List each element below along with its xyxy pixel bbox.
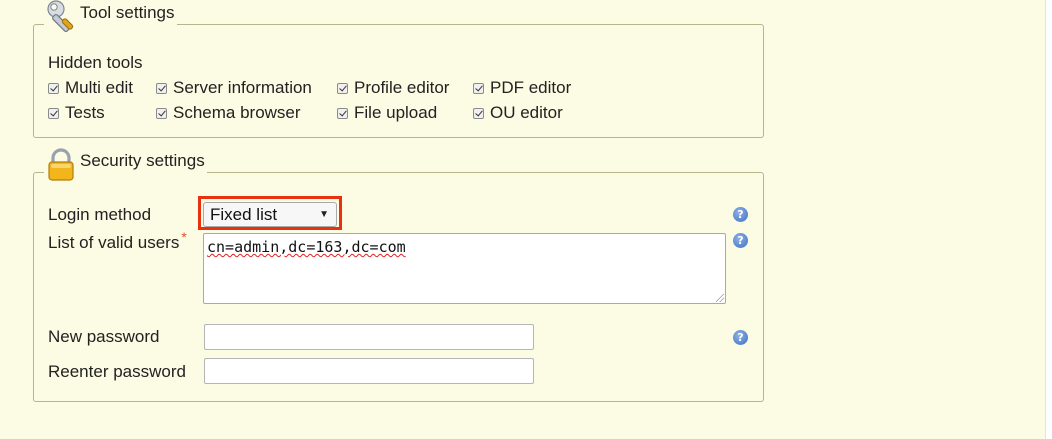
help-icon[interactable]: ?: [733, 330, 748, 345]
checkbox[interactable]: [156, 107, 167, 119]
security-settings-title: Security settings: [80, 151, 205, 170]
chevron-down-icon: ▼: [319, 209, 329, 220]
checkbox[interactable]: [337, 107, 348, 119]
checkbox[interactable]: [473, 82, 484, 94]
tool-settings-legend: Tool settings: [44, 0, 177, 33]
checkbox-schema-browser[interactable]: Schema browser: [156, 103, 301, 123]
checkbox-pdf-editor[interactable]: PDF editor: [473, 78, 571, 98]
checkbox-ou-editor[interactable]: OU editor: [473, 103, 563, 123]
checkbox-tests[interactable]: Tests: [48, 103, 105, 123]
new-password-field[interactable]: [204, 324, 534, 350]
checkbox[interactable]: [48, 82, 59, 94]
valid-users-textarea[interactable]: cn=admin,dc=163,dc=com: [203, 233, 726, 304]
login-method-value: Fixed list: [210, 204, 278, 224]
checkbox-label: Profile editor: [354, 78, 450, 97]
login-method-select[interactable]: Fixed list ▼: [203, 202, 337, 227]
valid-users-label-text: List of valid users: [48, 233, 180, 252]
hidden-tools-label: Hidden tools: [48, 53, 143, 72]
required-marker: *: [181, 229, 187, 245]
checkbox-label: Server information: [173, 78, 312, 97]
valid-users-label: List of valid users *: [48, 229, 187, 253]
checkbox-label: Tests: [65, 103, 105, 122]
checkbox-profile-editor[interactable]: Profile editor: [337, 78, 449, 98]
checkbox-label: Multi edit: [65, 78, 134, 97]
new-password-label: New password: [48, 327, 160, 346]
tool-settings-title: Tool settings: [80, 3, 175, 22]
checkbox-server-information[interactable]: Server information: [156, 78, 312, 98]
checkbox-label: Schema browser: [173, 103, 301, 122]
checkbox-label: File upload: [354, 103, 438, 122]
checkbox[interactable]: [156, 82, 167, 94]
security-settings-legend: Security settings: [44, 147, 207, 181]
help-icon[interactable]: ?: [733, 207, 748, 222]
padlock-icon: [44, 147, 78, 181]
reenter-password-field[interactable]: [204, 358, 534, 384]
scrollbar-track[interactable]: [1045, 0, 1052, 439]
checkbox-multi-edit[interactable]: Multi edit: [48, 78, 133, 98]
resize-handle[interactable]: [716, 294, 724, 302]
checkbox-file-upload[interactable]: File upload: [337, 103, 437, 123]
checkbox[interactable]: [48, 107, 59, 119]
checkbox[interactable]: [337, 82, 348, 94]
login-method-label: Login method: [48, 205, 152, 224]
valid-users-value: cn=admin,dc=163,dc=com: [207, 238, 406, 256]
checkbox[interactable]: [473, 107, 484, 119]
reenter-password-label: Reenter password: [48, 362, 186, 381]
wrench-icon: [44, 0, 78, 33]
checkbox-label: PDF editor: [490, 78, 572, 97]
checkbox-label: OU editor: [490, 103, 563, 122]
help-icon[interactable]: ?: [733, 233, 748, 248]
